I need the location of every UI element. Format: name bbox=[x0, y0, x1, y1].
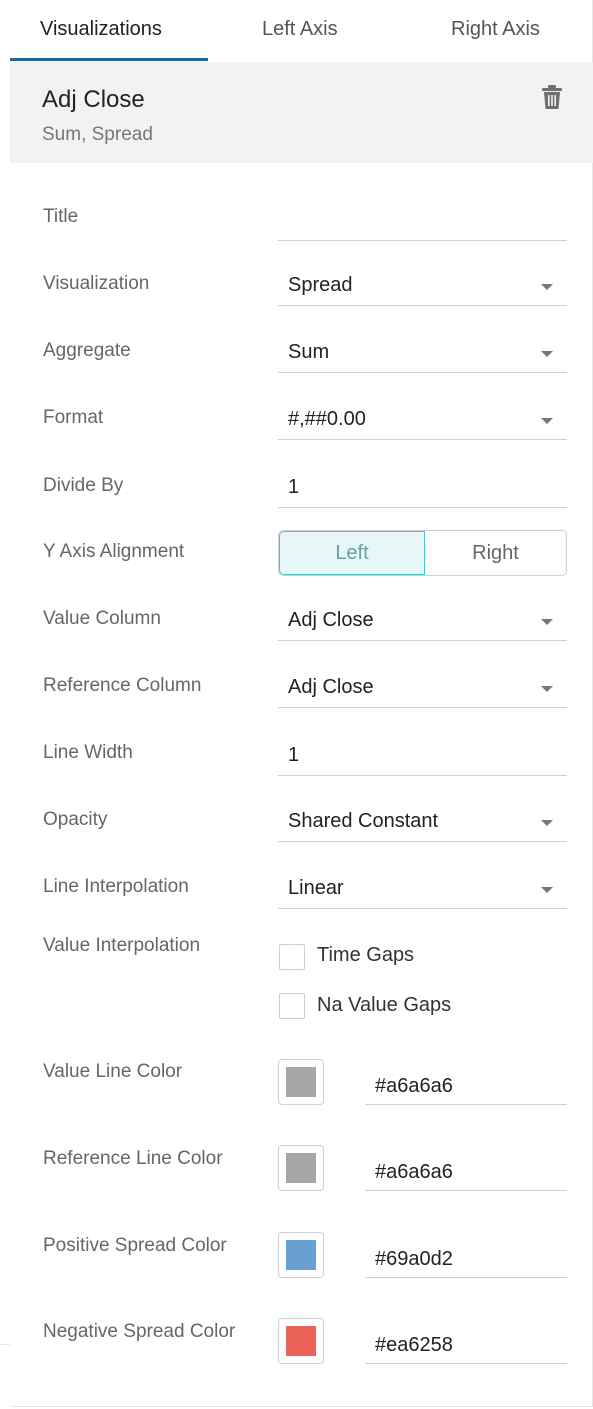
divide-by-input[interactable]: 1 bbox=[278, 472, 567, 508]
visualization-value: Spread bbox=[288, 274, 353, 296]
value-column-select[interactable]: Adj Close bbox=[278, 605, 567, 641]
negative-spread-color-picker[interactable] bbox=[278, 1318, 324, 1364]
negative-spread-color-hex: #ea6258 bbox=[375, 1334, 453, 1356]
line-interpolation-select[interactable]: Linear bbox=[278, 873, 567, 909]
opacity-label: Opacity bbox=[43, 809, 108, 830]
divide-by-label: Divide By bbox=[43, 475, 124, 496]
positive-spread-color-input[interactable]: #69a0d2 bbox=[365, 1238, 567, 1278]
series-subtitle: Sum, Spread bbox=[42, 124, 153, 145]
value-column-value: Adj Close bbox=[288, 609, 374, 631]
divide-by-value: 1 bbox=[288, 476, 300, 498]
aggregate-value: Sum bbox=[288, 341, 330, 363]
reference-column-value: Adj Close bbox=[288, 676, 374, 698]
y-axis-alignment-toggle: Left Right bbox=[278, 530, 567, 576]
na-value-gaps-label[interactable]: Na Value Gaps bbox=[317, 994, 451, 1017]
tab-left-axis[interactable]: Left Axis bbox=[262, 18, 338, 41]
opacity-select[interactable]: Shared Constant bbox=[278, 806, 567, 842]
reference-column-select[interactable]: Adj Close bbox=[278, 672, 567, 708]
negative-spread-color-input[interactable]: #ea6258 bbox=[365, 1324, 567, 1364]
positive-spread-color-picker[interactable] bbox=[278, 1232, 324, 1278]
y-axis-alignment-label: Y Axis Alignment bbox=[43, 541, 185, 562]
reference-line-color-label: Reference Line Color bbox=[43, 1148, 223, 1169]
chevron-down-icon bbox=[541, 418, 553, 424]
series-title: Adj Close bbox=[42, 86, 145, 113]
color-swatch bbox=[286, 1153, 316, 1183]
align-right-button[interactable]: Right bbox=[425, 531, 566, 575]
positive-spread-color-label: Positive Spread Color bbox=[43, 1235, 227, 1256]
chevron-down-icon bbox=[541, 686, 553, 692]
format-select[interactable]: #,##0.00 bbox=[278, 404, 567, 440]
value-interpolation-label: Value Interpolation bbox=[43, 935, 201, 956]
series-header: Adj Close Sum, Spread bbox=[10, 62, 593, 163]
positive-spread-color-hex: #69a0d2 bbox=[375, 1248, 453, 1270]
time-gaps-label[interactable]: Time Gaps bbox=[317, 944, 414, 967]
opacity-value: Shared Constant bbox=[288, 810, 439, 832]
line-width-input[interactable]: 1 bbox=[278, 740, 567, 776]
value-line-color-label: Value Line Color bbox=[43, 1061, 183, 1082]
value-line-color-picker[interactable] bbox=[278, 1059, 324, 1105]
format-value: #,##0.00 bbox=[288, 408, 366, 430]
reference-column-label: Reference Column bbox=[43, 675, 202, 696]
format-label: Format bbox=[43, 407, 104, 428]
visualization-select[interactable]: Spread bbox=[278, 270, 567, 306]
line-interpolation-value: Linear bbox=[288, 877, 344, 899]
chevron-down-icon bbox=[541, 351, 553, 357]
color-swatch bbox=[286, 1067, 316, 1097]
line-width-label: Line Width bbox=[43, 742, 133, 763]
divider bbox=[0, 1344, 10, 1345]
visualization-label: Visualization bbox=[43, 273, 150, 294]
line-width-value: 1 bbox=[288, 744, 300, 766]
line-interpolation-label: Line Interpolation bbox=[43, 876, 189, 897]
reference-line-color-input[interactable]: #a6a6a6 bbox=[365, 1151, 567, 1191]
active-tab-indicator bbox=[10, 58, 208, 61]
reference-line-color-hex: #a6a6a6 bbox=[375, 1161, 453, 1183]
tab-right-axis[interactable]: Right Axis bbox=[451, 18, 540, 41]
chevron-down-icon bbox=[541, 284, 553, 290]
chevron-down-icon bbox=[541, 820, 553, 826]
aggregate-select[interactable]: Sum bbox=[278, 337, 567, 373]
trash-icon[interactable] bbox=[541, 84, 563, 110]
aggregate-label: Aggregate bbox=[43, 340, 131, 361]
color-swatch bbox=[286, 1240, 316, 1270]
value-line-color-hex: #a6a6a6 bbox=[375, 1075, 453, 1097]
value-column-label: Value Column bbox=[43, 608, 161, 629]
negative-spread-color-label: Negative Spread Color bbox=[43, 1321, 236, 1342]
time-gaps-checkbox[interactable] bbox=[279, 944, 305, 970]
chevron-down-icon bbox=[541, 887, 553, 893]
na-value-gaps-checkbox[interactable] bbox=[279, 993, 305, 1019]
value-line-color-input[interactable]: #a6a6a6 bbox=[365, 1065, 567, 1105]
tab-bar: Visualizations Left Axis Right Axis bbox=[10, 0, 593, 62]
color-swatch bbox=[286, 1326, 316, 1356]
title-label: Title bbox=[43, 206, 79, 227]
align-left-button[interactable]: Left bbox=[279, 531, 425, 575]
title-input[interactable] bbox=[278, 205, 567, 241]
tab-visualizations[interactable]: Visualizations bbox=[40, 18, 162, 41]
reference-line-color-picker[interactable] bbox=[278, 1145, 324, 1191]
chevron-down-icon bbox=[541, 619, 553, 625]
